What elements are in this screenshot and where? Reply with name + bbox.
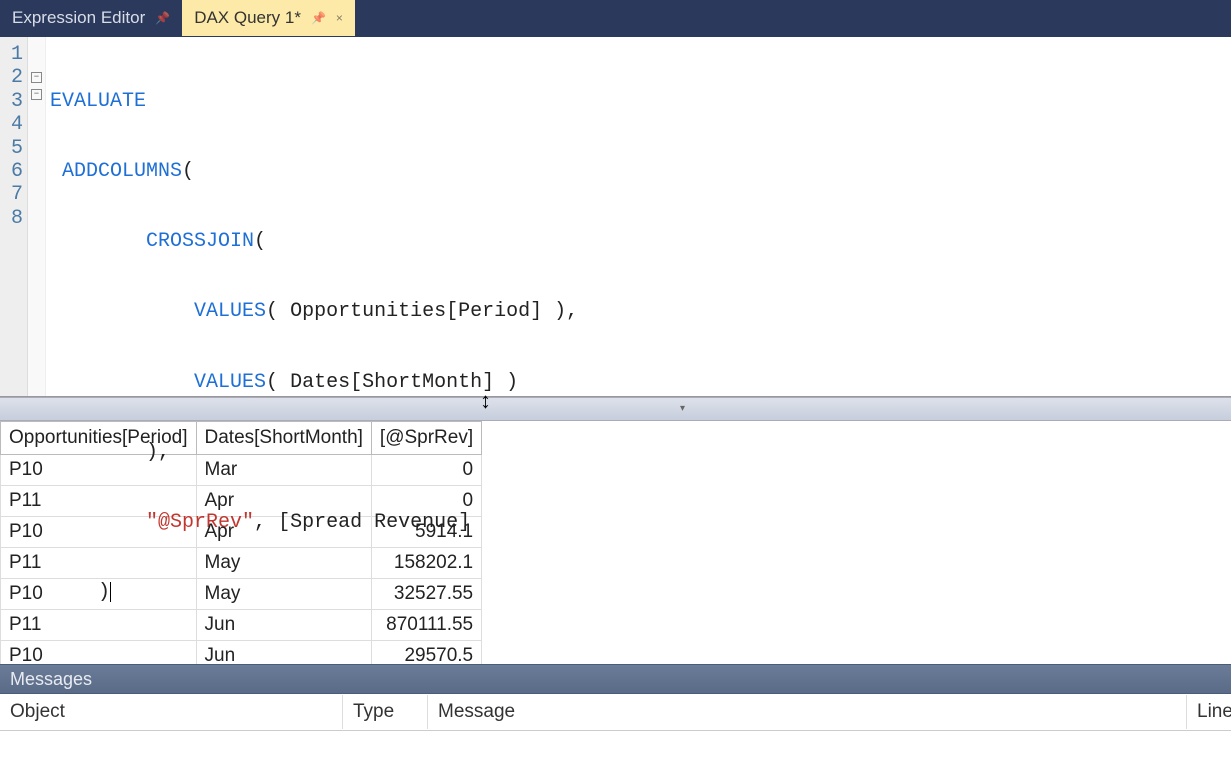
punct: ( <box>266 371 278 394</box>
tab-dax-query[interactable]: DAX Query 1* 📌 × <box>182 0 355 36</box>
chevron-down-icon[interactable]: ▾ <box>680 403 685 414</box>
punct: ), <box>554 300 578 323</box>
punct: ( <box>254 230 266 253</box>
tab-label: Expression Editor <box>12 8 145 28</box>
line-number: 8 <box>4 207 23 230</box>
punct: ( <box>266 300 278 323</box>
punct: ) <box>98 581 110 604</box>
horizontal-splitter[interactable]: ↕ ▾ <box>0 397 1231 421</box>
tab-bar: Expression Editor 📌 DAX Query 1* 📌 × <box>0 0 1231 37</box>
function: ADDCOLUMNS <box>62 160 182 183</box>
text-cursor <box>110 582 111 602</box>
pin-icon[interactable]: 📌 <box>311 11 326 25</box>
tab-expression-editor[interactable]: Expression Editor 📌 <box>0 0 182 36</box>
code-editor[interactable]: 1 2 3 4 5 6 7 8 − − EVALUATE ADDCOLUMNS(… <box>0 37 1231 397</box>
line-gutter: 1 2 3 4 5 6 7 8 <box>0 37 28 396</box>
line-number: 7 <box>4 183 23 206</box>
line-number: 5 <box>4 137 23 160</box>
col-header-line[interactable]: Line <box>1187 695 1231 729</box>
line-number: 6 <box>4 160 23 183</box>
line-number: 4 <box>4 113 23 136</box>
tab-label: DAX Query 1* <box>194 8 301 28</box>
identifier: Dates[ShortMonth] <box>278 371 506 394</box>
line-number: 3 <box>4 90 23 113</box>
function: VALUES <box>194 300 266 323</box>
fold-margin: − − <box>28 37 46 396</box>
col-header-type[interactable]: Type <box>343 695 428 729</box>
col-header-message[interactable]: Message <box>428 695 1187 729</box>
line-number: 1 <box>4 43 23 66</box>
identifier: Opportunities[Period] <box>278 300 554 323</box>
string: "@SprRev" <box>146 511 254 534</box>
function: VALUES <box>194 371 266 394</box>
fold-toggle-icon[interactable]: − <box>31 72 42 83</box>
close-icon[interactable]: × <box>336 11 343 25</box>
pin-icon[interactable]: 📌 <box>155 11 170 25</box>
keyword: EVALUATE <box>50 90 146 113</box>
col-header-object[interactable]: Object <box>0 695 343 729</box>
messages-title: Messages <box>10 669 92 689</box>
messages-panel-header[interactable]: Messages <box>0 664 1231 694</box>
code-area[interactable]: EVALUATE ADDCOLUMNS( CROSSJOIN( VALUES( … <box>46 37 1231 396</box>
line-number: 2 <box>4 66 23 89</box>
punct: ) <box>506 371 518 394</box>
cell-value: 870111.55 <box>371 610 481 641</box>
function: CROSSJOIN <box>146 230 254 253</box>
punct: , <box>254 511 278 534</box>
punct: ( <box>182 160 194 183</box>
messages-columns: Object Type Message Line <box>0 694 1231 731</box>
fold-toggle-icon[interactable]: − <box>31 89 42 100</box>
